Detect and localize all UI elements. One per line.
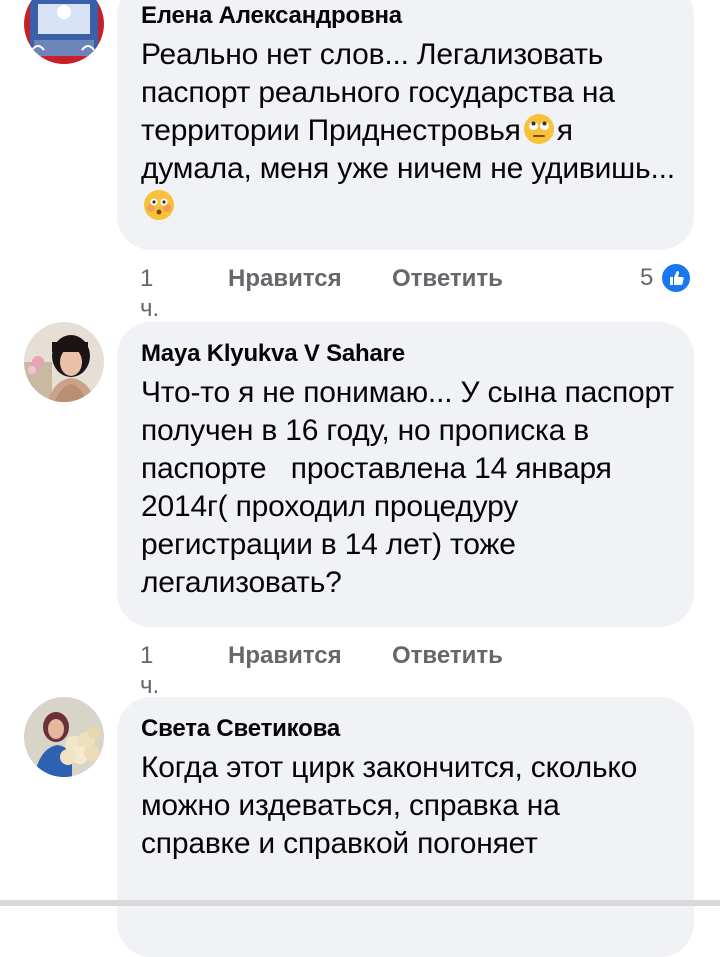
comment-time[interactable]: 1 ч. (140, 264, 159, 324)
comment-author[interactable]: Елена Александровна (141, 2, 676, 30)
reply-button[interactable]: Ответить (392, 641, 503, 671)
like-button[interactable]: Нравится (228, 264, 342, 294)
comment-time[interactable]: 1 ч. (140, 641, 159, 701)
flushed-face-emoji-icon (143, 189, 175, 221)
rolling-eyes-emoji-icon (523, 113, 555, 145)
comment-author[interactable]: Maya Klyukva V Sahare (141, 340, 676, 368)
comment-text: Когда этот цирк закончится, сколько можн… (141, 751, 646, 860)
bottom-divider (0, 900, 720, 906)
reaction-count: 5 (640, 264, 654, 291)
avatar[interactable] (24, 697, 104, 777)
comment-text: Что-то я не понимаю... У сына паспорт по… (141, 376, 682, 599)
thumbs-up-icon (660, 262, 692, 294)
comment-bubble: Maya Klyukva V Sahare Что-то я не понима… (117, 322, 694, 627)
reply-button[interactable]: Ответить (392, 264, 503, 294)
avatar[interactable] (24, 0, 104, 64)
avatar[interactable] (24, 322, 104, 402)
comment-author[interactable]: Света Светикова (141, 715, 676, 743)
comment-bubble: Елена Александровна Реально нет слов... … (117, 0, 694, 250)
comment-text: Реально нет слов... Легализовать паспорт… (141, 36, 676, 226)
comment-bubble: Света Светикова Когда этот цирк закончит… (117, 697, 694, 957)
like-button[interactable]: Нравится (228, 641, 342, 671)
